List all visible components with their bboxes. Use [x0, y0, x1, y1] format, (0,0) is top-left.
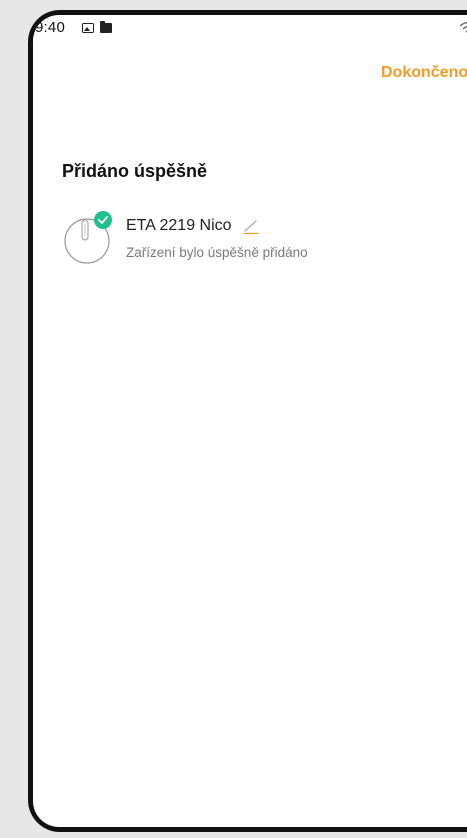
status-indicators — [453, 21, 467, 35]
robot-vacuum-icon — [64, 211, 112, 264]
folder-icon — [100, 21, 112, 33]
stage: 9:40 Dokončeno Přidáno úspěšně ETA 2219 … — [0, 0, 467, 838]
device-name-line: ETA 2219 Nico — [126, 215, 308, 237]
check-badge-icon — [94, 211, 112, 229]
status-time: 9:40 — [35, 19, 65, 36]
device-list-item[interactable]: ETA 2219 Nico Zařízení bylo úspěšně přid… — [62, 208, 462, 270]
image-icon — [82, 23, 94, 33]
phone-screen: 9:40 Dokončeno Přidáno úspěšně ETA 2219 … — [33, 15, 467, 827]
page-title: Přidáno úspěšně — [62, 161, 208, 181]
edit-pencil-icon[interactable] — [242, 217, 260, 235]
done-button[interactable]: Dokončeno — [381, 64, 467, 82]
wifi-icon — [459, 21, 467, 33]
device-status: Zařízení bylo úspěšně přidáno — [126, 245, 308, 260]
status-bar: 9:40 — [33, 15, 467, 41]
device-info: ETA 2219 Nico Zařízení bylo úspěšně přid… — [126, 215, 308, 260]
device-name: ETA 2219 Nico — [126, 217, 232, 234]
